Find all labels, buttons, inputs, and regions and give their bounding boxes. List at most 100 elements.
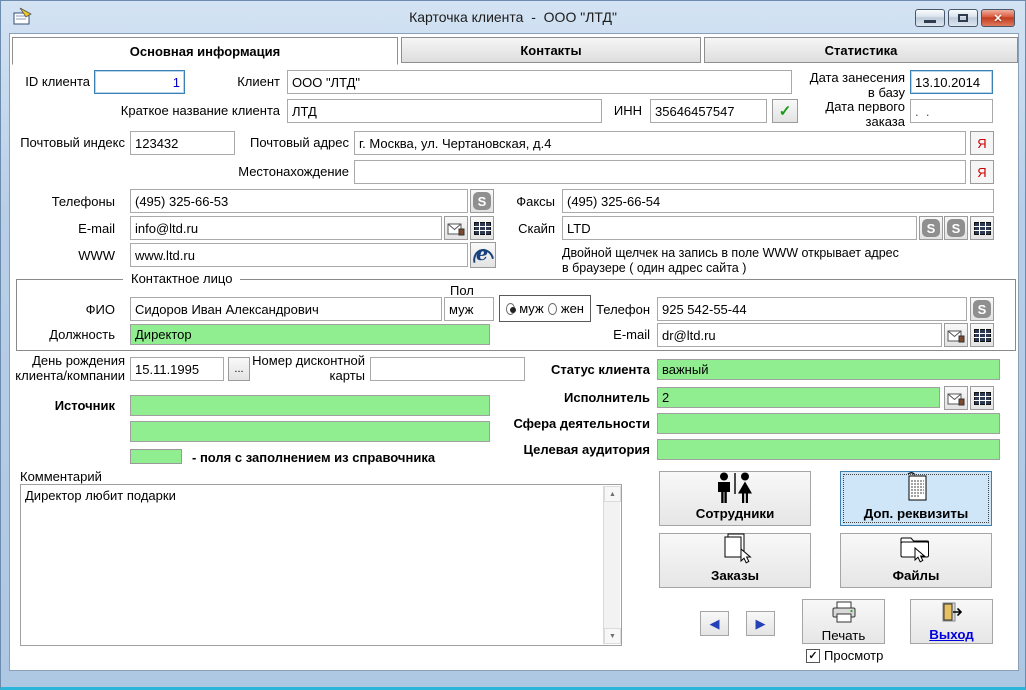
files-button[interactable]: Файлы (840, 533, 992, 588)
skype-call-button-2[interactable]: S (919, 216, 943, 240)
contact-email-label: E-mail (586, 327, 650, 342)
audience-field[interactable] (657, 439, 1000, 460)
client-id-field[interactable] (94, 70, 185, 94)
ya-location-button[interactable]: Я (970, 160, 994, 184)
green-legend-swatch (130, 449, 182, 464)
tab-contacts[interactable]: Контакты (401, 37, 701, 63)
client-status-field[interactable] (657, 359, 1000, 380)
client-id-label: ID клиента (18, 74, 90, 89)
next-record-button[interactable]: ▶ (746, 611, 775, 636)
main-panel: Основная информация Контакты Статистика … (9, 33, 1019, 671)
scroll-down-button[interactable]: ▼ (604, 628, 621, 644)
comment-scrollbar[interactable]: ▲ ▼ (603, 486, 620, 644)
tab-statistics[interactable]: Статистика (704, 37, 1018, 63)
minimize-icon (924, 20, 936, 23)
contact-skype-button[interactable]: S (970, 297, 994, 321)
printer-icon (830, 601, 858, 626)
position-field[interactable] (130, 324, 490, 345)
skype-field[interactable] (562, 216, 917, 240)
send-mail-button[interactable] (444, 216, 468, 240)
extra-details-button-label: Доп. реквизиты (864, 506, 969, 521)
short-name-field[interactable] (287, 99, 602, 123)
www-field[interactable] (130, 243, 468, 267)
minimize-button[interactable] (915, 9, 945, 27)
ya-address-button[interactable]: Я (970, 131, 994, 155)
email-field[interactable] (130, 216, 442, 240)
table-icon (974, 329, 991, 342)
birthday-browse-button[interactable]: ... (228, 357, 250, 381)
birthday-field[interactable] (130, 357, 224, 381)
table-icon (474, 222, 491, 235)
email-list-button[interactable] (470, 216, 494, 240)
table-icon (974, 222, 991, 235)
mail-icon (947, 328, 965, 343)
prev-record-button[interactable]: ◀ (700, 611, 729, 636)
contact-person-legend: Контактное лицо (123, 271, 240, 286)
location-field[interactable] (354, 160, 966, 184)
maximize-button[interactable] (948, 9, 978, 27)
executor-field[interactable] (657, 387, 940, 408)
employees-icon (712, 472, 758, 504)
skype-chat-button[interactable]: S (944, 216, 968, 240)
contact-send-mail-button[interactable] (944, 323, 968, 347)
employees-button[interactable]: Сотрудники (659, 471, 811, 526)
discount-card-label: Номер дисконтной карты (250, 353, 365, 383)
tab-statistics-label: Статистика (825, 43, 898, 58)
skype-list-button[interactable] (970, 216, 994, 240)
yandex-icon: Я (977, 136, 986, 151)
www-hint-text: Двойной щелчек на запись в поле WWW откр… (562, 246, 982, 276)
gender-field[interactable] (444, 297, 494, 321)
fio-field[interactable] (130, 297, 442, 321)
client-name-field[interactable] (287, 70, 792, 94)
client-status-label: Статус клиента (520, 362, 650, 377)
date-added-field[interactable] (910, 70, 993, 94)
titlebar: Карточка клиента - ООО "ЛТД" ✕ (1, 1, 1025, 33)
ie-browser-icon: e (472, 244, 494, 266)
exit-door-icon (940, 602, 964, 625)
faxes-field[interactable] (562, 189, 994, 213)
comment-textarea[interactable]: Директор любит подарки ▲ ▼ (20, 484, 622, 646)
postal-address-field[interactable] (354, 131, 966, 155)
radio-male-label: муж (519, 301, 543, 316)
close-button[interactable]: ✕ (981, 9, 1015, 27)
fio-label: ФИО (18, 302, 115, 317)
position-label: Должность (18, 327, 115, 342)
skype-chat-icon: S (947, 219, 965, 237)
radio-female-label: жен (561, 301, 584, 316)
phones-label: Телефоны (18, 194, 115, 209)
activity-label: Сфера деятельности (510, 416, 650, 431)
open-browser-button[interactable]: e (470, 242, 496, 268)
print-button[interactable]: Печать (802, 599, 885, 644)
contact-email-list-button[interactable] (970, 323, 994, 347)
exit-button-label: Выход (929, 627, 974, 642)
radio-male[interactable] (506, 303, 515, 315)
orders-button[interactable]: Заказы (659, 533, 811, 588)
short-name-label: Краткое название клиента (70, 103, 280, 118)
preview-checkbox[interactable]: ✓ Просмотр (806, 648, 883, 663)
source-field[interactable] (130, 395, 490, 416)
postal-address-label: Почтовый адрес (235, 135, 349, 150)
skype-call-button[interactable]: S (470, 189, 494, 213)
first-order-date-field[interactable] (910, 99, 993, 123)
contact-email-field[interactable] (657, 323, 942, 347)
source-field-2[interactable] (130, 421, 490, 442)
exit-button[interactable]: Выход (910, 599, 993, 644)
executor-list-button[interactable] (970, 386, 994, 410)
extra-details-button[interactable]: Доп. реквизиты (840, 471, 992, 526)
scroll-up-button[interactable]: ▲ (604, 486, 621, 502)
tab-main-info[interactable]: Основная информация (12, 37, 398, 65)
employees-button-label: Сотрудники (696, 506, 775, 521)
activity-field[interactable] (657, 413, 1000, 434)
audience-label: Целевая аудитория (510, 442, 650, 457)
www-label: WWW (18, 248, 115, 263)
executor-mail-button[interactable] (944, 386, 968, 410)
yandex-icon: Я (977, 165, 986, 180)
inn-field[interactable] (650, 99, 767, 123)
postal-code-field[interactable] (130, 131, 235, 155)
green-legend-note: - поля с заполнением из справочника (192, 450, 522, 465)
contact-phone-field[interactable] (657, 297, 967, 321)
radio-female[interactable] (548, 303, 557, 315)
window-title: Карточка клиента - ООО "ЛТД" (1, 9, 1025, 25)
phones-field[interactable] (130, 189, 468, 213)
discount-card-field[interactable] (370, 357, 525, 381)
